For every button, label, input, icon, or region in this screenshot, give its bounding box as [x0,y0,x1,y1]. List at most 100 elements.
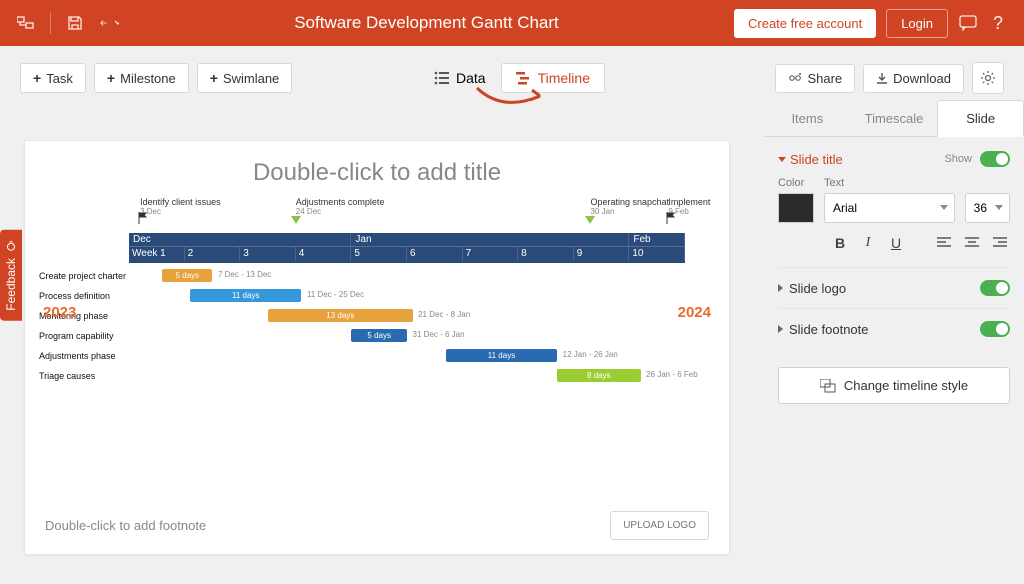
year-start-label: 2023 [43,304,76,321]
task-bar[interactable]: 5 days [351,329,407,342]
month-cell: Feb [629,233,685,246]
milestone[interactable]: Adjustments complete24 Dec [296,197,385,216]
task-bar[interactable]: 11 days [190,289,301,302]
week-cell: 10 [629,247,685,261]
section-slide-title[interactable]: Slide title [778,152,843,167]
add-swimlane-button[interactable]: +Swimlane [197,63,293,93]
week-cell: 6 [407,247,463,261]
show-logo-toggle[interactable] [980,280,1010,296]
task-bar[interactable]: 11 days [446,349,557,362]
share-icon [788,72,802,84]
show-label: Show [944,153,972,165]
task-row[interactable]: Create project charter 5 days 7 Dec - 13 D… [39,266,715,286]
week-cell: 3 [240,247,296,261]
timescale: DecJanFeb Week 12345678910 [129,233,685,263]
task-row[interactable]: Triage causes8 days26 Jan - 6 Feb [39,366,715,386]
settings-button[interactable] [972,62,1004,94]
font-select[interactable]: Arial [824,193,955,223]
task-dates: 11 Dec - 25 Dec [307,290,364,299]
plus-icon: + [210,70,218,86]
timeline-icon [516,71,532,85]
chevron-down-icon [995,205,1003,210]
tab-timescale[interactable]: Timescale [851,100,938,136]
document-title[interactable]: Software Development Gantt Chart [119,13,734,33]
show-footnote-toggle[interactable] [980,321,1010,337]
bold-button[interactable]: B [830,233,850,253]
task-bar[interactable]: 8 days [557,369,640,382]
help-icon[interactable]: ? [988,13,1008,33]
properties-panel: Items Timescale Slide Slide title Show C… [764,100,1024,584]
tasks-area: Create project charter 5 days 7 Dec - 13 D… [39,266,715,386]
month-cell: Dec [129,233,351,246]
task-bar[interactable]: 13 days [268,309,413,322]
task-dates: 7 Dec - 13 Dec [218,270,271,279]
caret-down-icon [778,157,786,162]
task-row[interactable]: Monitoring phase13 days21 Dec - 8 Jan [39,306,715,326]
change-style-button[interactable]: Change timeline style [778,367,1010,404]
feedback-tab[interactable]: Feedback [0,230,22,321]
section-slide-footnote[interactable]: Slide footnote [778,322,869,337]
milestone[interactable]: Identify client issues3 Dec [140,197,221,216]
text-field-label: Text [824,177,955,189]
week-cell: 4 [296,247,352,261]
header: Software Development Gantt Chart Create … [0,0,1024,46]
save-icon[interactable] [65,13,85,33]
task-label: Triage causes [39,371,129,381]
upload-logo-button[interactable]: UPLOAD LOGO [610,511,709,540]
task-bar[interactable]: 5 days [162,269,212,282]
task-label: Adjustments phase [39,351,129,361]
caret-right-icon [778,325,783,333]
week-cell: 7 [463,247,519,261]
share-button[interactable]: Share [775,64,855,93]
week-cell: 2 [185,247,241,261]
style-icon [820,379,836,393]
show-title-toggle[interactable] [980,151,1010,167]
footnote-placeholder[interactable]: Double-click to add footnote [45,518,206,533]
font-size-select[interactable]: 36 [965,193,1010,223]
tab-items[interactable]: Items [764,100,851,136]
chat-icon[interactable] [958,13,978,33]
task-row[interactable]: Adjustments phase 11 days 12 Jan - 26 Jan [39,346,715,366]
task-label: Create project charter [39,271,129,281]
undo-icon[interactable] [99,13,119,33]
slide-title-placeholder[interactable]: Double-click to add title [25,141,729,197]
milestone[interactable]: Operating snapchat30 Jan [590,197,669,216]
milestone[interactable]: Implement9 Feb [668,197,710,216]
task-label: Program capability [39,331,129,341]
section-slide-logo[interactable]: Slide logo [778,281,846,296]
login-button[interactable]: Login [886,9,948,38]
task-label: Process definition [39,291,129,301]
color-field-label: Color [778,177,814,189]
timeline-canvas: Double-click to add title 2023 2024 Iden… [24,140,730,555]
align-left-button[interactable] [934,233,954,253]
task-row[interactable]: Process definition 11 days 11 Dec - 25 Dec [39,286,715,306]
task-dates: 12 Jan - 26 Jan [563,350,618,359]
download-button[interactable]: Download [863,64,964,93]
add-task-button[interactable]: +Task [20,63,86,93]
gear-icon [980,70,996,86]
plus-icon: + [107,70,115,86]
download-icon [876,72,888,84]
italic-button[interactable]: I [858,233,878,253]
hint-arrow-icon [472,84,552,112]
chevron-down-icon [940,205,948,210]
month-cell: Jan [351,233,629,246]
app-logo-icon[interactable] [16,13,36,33]
align-center-button[interactable] [962,233,982,253]
tab-slide[interactable]: Slide [937,100,1024,137]
title-color-swatch[interactable] [778,193,814,223]
task-row[interactable]: Program capability 5 days 31 Dec - 6 Jan [39,326,715,346]
add-milestone-button[interactable]: +Milestone [94,63,189,93]
list-icon [434,71,450,85]
week-cell: 8 [518,247,574,261]
caret-right-icon [778,284,783,292]
underline-button[interactable]: U [886,233,906,253]
milestones-row: Identify client issues3 Dec Adjustments c… [129,197,685,233]
align-right-button[interactable] [990,233,1010,253]
week-cell: 5 [351,247,407,261]
plus-icon: + [33,70,41,86]
create-account-button[interactable]: Create free account [734,9,876,38]
lightbulb-icon [5,240,17,252]
task-dates: 21 Dec - 8 Jan [418,310,470,319]
task-dates: 31 Dec - 6 Jan [413,330,465,339]
